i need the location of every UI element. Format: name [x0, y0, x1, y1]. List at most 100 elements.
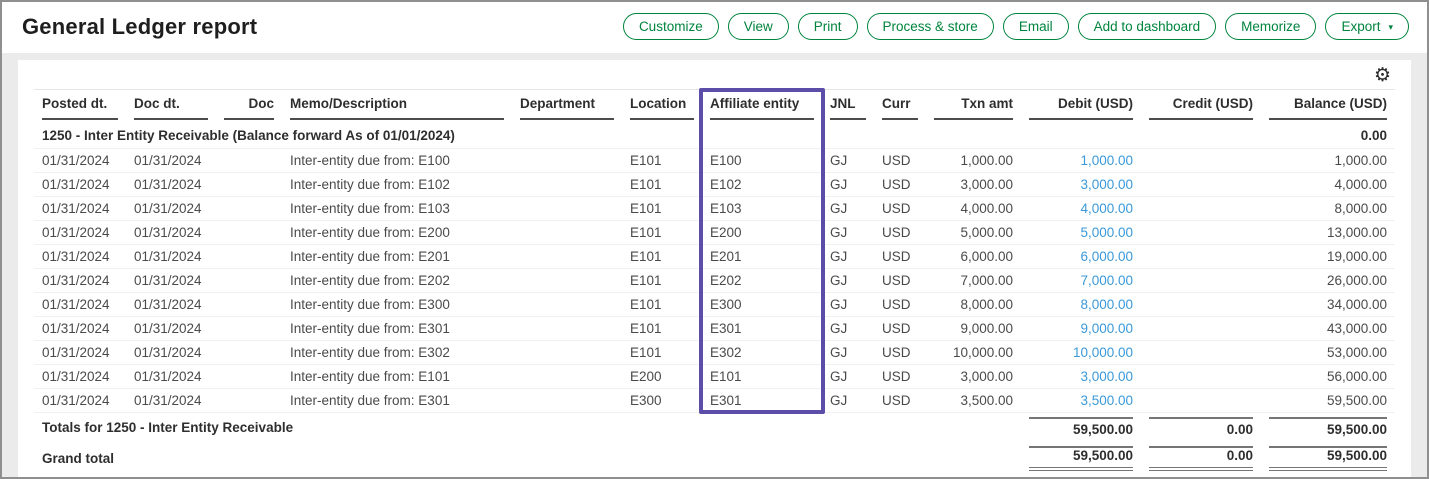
col-doc-dt: Doc dt.	[126, 90, 216, 125]
debit-link[interactable]: 10,000.00	[1073, 345, 1133, 360]
debit-link[interactable]: 8,000.00	[1080, 297, 1133, 312]
curr-cell: USD	[874, 196, 926, 220]
doc-cell	[216, 172, 282, 196]
posted-dt-cell: 01/31/2024	[34, 292, 126, 316]
location-cell: E101	[622, 196, 702, 220]
gear-icon[interactable]: ⚙	[1374, 66, 1391, 85]
memo-cell: Inter-entity due from: E301	[282, 388, 512, 412]
print-button[interactable]: Print	[798, 13, 858, 40]
posted-dt-cell: 01/31/2024	[34, 172, 126, 196]
affiliate-cell: E103	[702, 196, 822, 220]
email-button[interactable]: Email	[1003, 13, 1069, 40]
col-location: Location	[622, 90, 702, 125]
memo-cell: Inter-entity due from: E102	[282, 172, 512, 196]
location-cell: E101	[622, 148, 702, 172]
jnl-cell: GJ	[822, 148, 874, 172]
doc-dt-cell: 01/31/2024	[126, 196, 216, 220]
doc-dt-cell: 01/31/2024	[126, 364, 216, 388]
department-cell	[512, 388, 622, 412]
balance-cell: 8,000.00	[1261, 196, 1395, 220]
jnl-cell: GJ	[822, 316, 874, 340]
credit-cell	[1141, 268, 1261, 292]
jnl-cell: GJ	[822, 196, 874, 220]
grand-total-balance: 59,500.00	[1261, 442, 1395, 475]
doc-cell	[216, 244, 282, 268]
location-cell: E101	[622, 244, 702, 268]
debit-link[interactable]: 6,000.00	[1080, 249, 1133, 264]
posted-dt-cell: 01/31/2024	[34, 244, 126, 268]
balance-cell: 34,000.00	[1261, 292, 1395, 316]
doc-cell	[216, 196, 282, 220]
report-action-buttons: Customize View Print Process & store Email Ad…	[623, 13, 1409, 40]
debit-cell: 4,000.00	[1021, 196, 1141, 220]
doc-dt-cell: 01/31/2024	[126, 340, 216, 364]
department-cell	[512, 172, 622, 196]
posted-dt-cell: 01/31/2024	[34, 196, 126, 220]
txn-amt-cell: 7,000.00	[926, 268, 1021, 292]
balance-cell: 1,000.00	[1261, 148, 1395, 172]
credit-cell	[1141, 172, 1261, 196]
affiliate-cell: E302	[702, 340, 822, 364]
memo-cell: Inter-entity due from: E201	[282, 244, 512, 268]
memo-cell: Inter-entity due from: E101	[282, 364, 512, 388]
jnl-cell: GJ	[822, 268, 874, 292]
department-cell	[512, 268, 622, 292]
affiliate-cell: E300	[702, 292, 822, 316]
debit-link[interactable]: 7,000.00	[1080, 273, 1133, 288]
jnl-cell: GJ	[822, 172, 874, 196]
doc-dt-cell: 01/31/2024	[126, 172, 216, 196]
col-department: Department	[512, 90, 622, 125]
debit-link[interactable]: 9,000.00	[1080, 321, 1133, 336]
location-cell: E200	[622, 364, 702, 388]
debit-link[interactable]: 3,500.00	[1080, 393, 1133, 408]
col-jnl: JNL	[822, 90, 874, 125]
debit-link[interactable]: 3,000.00	[1080, 369, 1133, 384]
debit-link[interactable]: 1,000.00	[1080, 153, 1133, 168]
credit-cell	[1141, 364, 1261, 388]
posted-dt-cell: 01/31/2024	[34, 388, 126, 412]
doc-cell	[216, 340, 282, 364]
memo-cell: Inter-entity due from: E301	[282, 316, 512, 340]
customize-button[interactable]: Customize	[623, 13, 719, 40]
export-button[interactable]: Export ▾	[1325, 13, 1409, 40]
table-row: 01/31/2024 01/31/2024 Inter-entity due f…	[34, 148, 1395, 172]
department-cell	[512, 316, 622, 340]
affiliate-cell: E201	[702, 244, 822, 268]
col-debit-usd: Debit (USD)	[1021, 90, 1141, 125]
doc-cell	[216, 292, 282, 316]
doc-dt-cell: 01/31/2024	[126, 316, 216, 340]
view-button[interactable]: View	[728, 13, 789, 40]
debit-link[interactable]: 4,000.00	[1080, 201, 1133, 216]
doc-cell	[216, 268, 282, 292]
col-posted-dt: Posted dt.	[34, 90, 126, 125]
report-card: ⚙ Posted dt. Doc dt. Doc Memo/Descriptio…	[18, 60, 1411, 479]
posted-dt-cell: 01/31/2024	[34, 340, 126, 364]
table-row: 01/31/2024 01/31/2024 Inter-entity due f…	[34, 316, 1395, 340]
debit-link[interactable]: 3,000.00	[1080, 177, 1133, 192]
doc-dt-cell: 01/31/2024	[126, 148, 216, 172]
affiliate-cell: E102	[702, 172, 822, 196]
table-row: 01/31/2024 01/31/2024 Inter-entity due f…	[34, 196, 1395, 220]
jnl-cell: GJ	[822, 220, 874, 244]
debit-cell: 1,000.00	[1021, 148, 1141, 172]
debit-cell: 8,000.00	[1021, 292, 1141, 316]
balance-forward-value: 0.00	[1261, 124, 1395, 148]
curr-cell: USD	[874, 220, 926, 244]
add-to-dashboard-button[interactable]: Add to dashboard	[1078, 13, 1217, 40]
debit-link[interactable]: 5,000.00	[1080, 225, 1133, 240]
jnl-cell: GJ	[822, 388, 874, 412]
chevron-down-icon: ▾	[1388, 23, 1393, 32]
memo-cell: Inter-entity due from: E200	[282, 220, 512, 244]
location-cell: E101	[622, 316, 702, 340]
process-and-store-button[interactable]: Process & store	[867, 13, 994, 40]
general-ledger-report-window: General Ledger report CustomizeViewPrint…	[0, 0, 1429, 479]
balance-cell: 26,000.00	[1261, 268, 1395, 292]
debit-cell: 3,500.00	[1021, 388, 1141, 412]
curr-cell: USD	[874, 172, 926, 196]
affiliate-cell: E100	[702, 148, 822, 172]
memorize-button[interactable]: Memorize	[1225, 13, 1316, 40]
department-cell	[512, 244, 622, 268]
txn-amt-cell: 3,500.00	[926, 388, 1021, 412]
table-row: 01/31/2024 01/31/2024 Inter-entity due f…	[34, 292, 1395, 316]
doc-cell	[216, 388, 282, 412]
